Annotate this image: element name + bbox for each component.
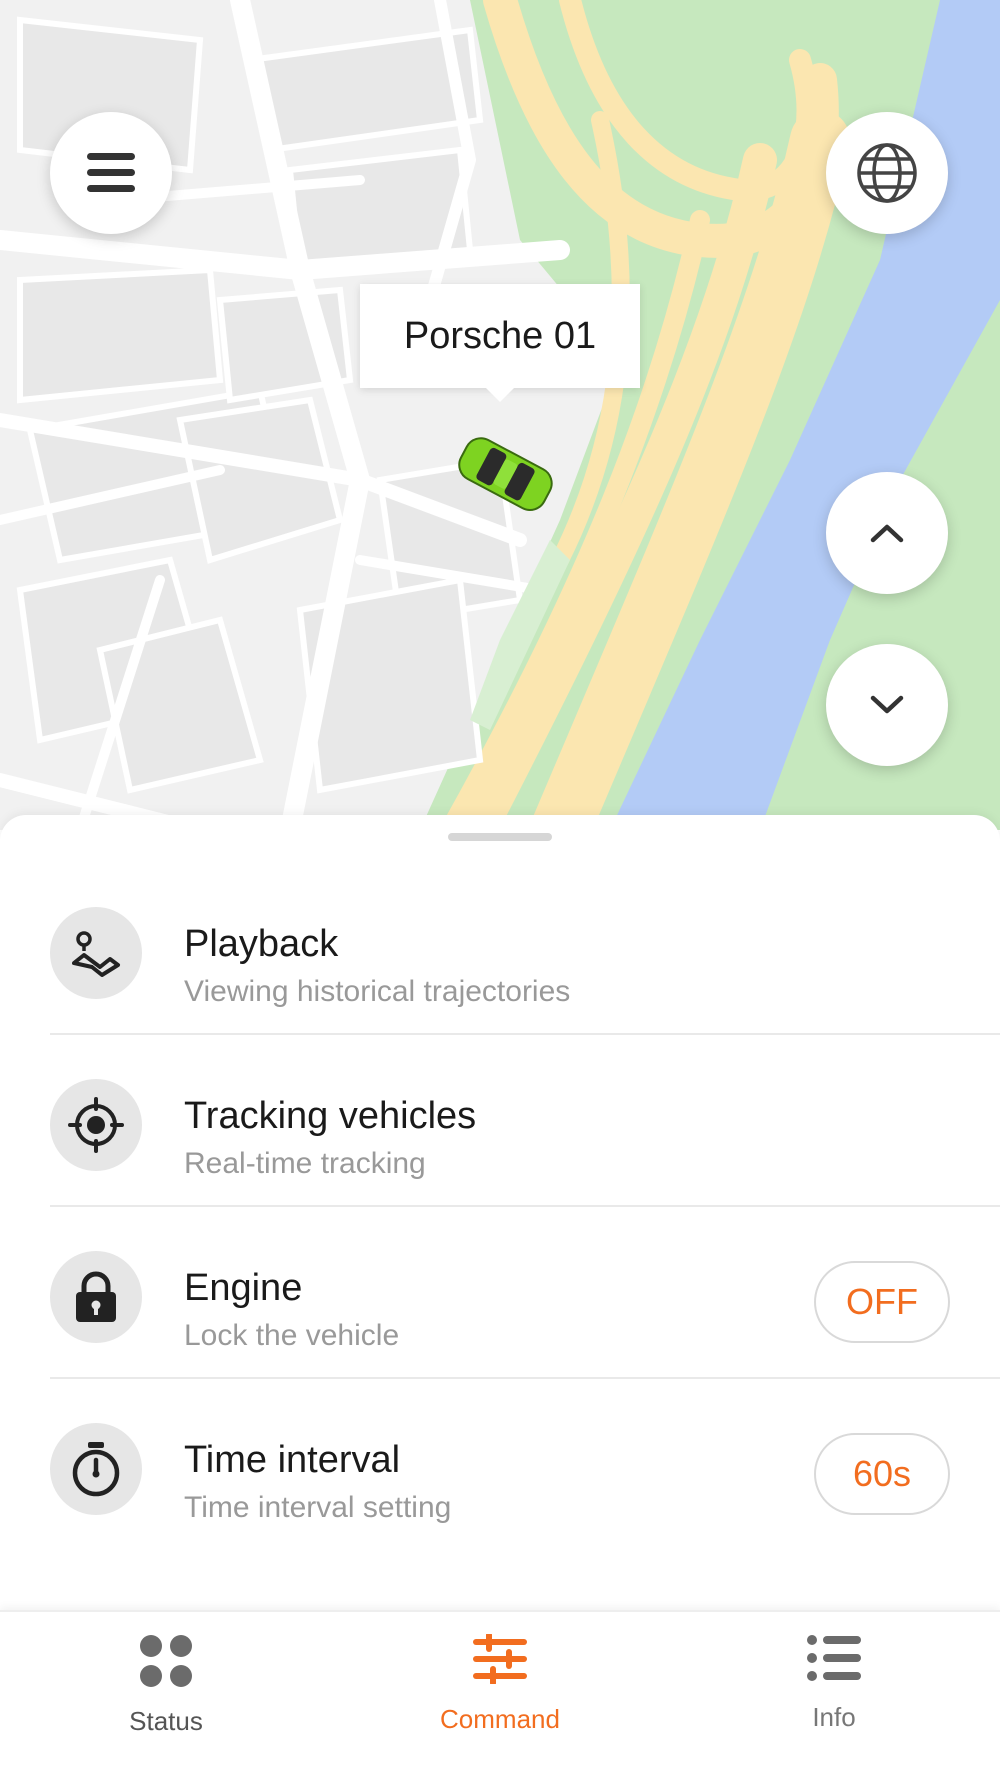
car-icon[interactable] — [450, 430, 560, 520]
sheet-drag-handle[interactable] — [448, 833, 552, 841]
engine-icon-container — [50, 1251, 142, 1343]
engine-subtitle: Lock the vehicle — [184, 1319, 400, 1352]
time-interval-icon-container — [50, 1423, 142, 1515]
zoom-out-button[interactable] — [826, 644, 948, 766]
tab-command[interactable]: Command — [400, 1612, 600, 1780]
time-interval-title: Time interval — [184, 1439, 401, 1481]
chevron-down-icon — [870, 695, 904, 714]
time-interval-row[interactable]: Time interval Time interval setting 60s — [50, 1379, 1000, 1551]
playback-title: Playback — [184, 923, 339, 965]
tracking-icon-container — [50, 1079, 142, 1171]
lock-icon — [76, 1271, 116, 1322]
map-layer-button[interactable] — [826, 112, 948, 234]
vehicle-name: Porsche 01 — [403, 314, 597, 357]
tab-command-label: Command — [440, 1704, 560, 1734]
grid-icon — [140, 1635, 192, 1687]
list-icon — [807, 1635, 861, 1681]
menu-icon — [87, 153, 135, 192]
command-sheet: Playback Viewing historical trajectories… — [0, 815, 1000, 1615]
tab-info-label: Info — [812, 1702, 856, 1732]
globe-icon — [857, 143, 917, 203]
playback-icon-container — [50, 907, 142, 999]
stopwatch-icon — [72, 1442, 120, 1497]
tracking-title: Tracking vehicles — [184, 1095, 477, 1137]
chevron-up-icon — [870, 524, 904, 543]
tab-status[interactable]: Status — [66, 1612, 266, 1780]
playback-row[interactable]: Playback Viewing historical trajectories — [50, 863, 1000, 1035]
tab-status-label: Status — [129, 1706, 203, 1736]
engine-toggle-button[interactable]: OFF — [814, 1261, 950, 1343]
playback-subtitle: Viewing historical trajectories — [184, 975, 571, 1008]
zoom-in-button[interactable] — [826, 472, 948, 594]
crosshair-icon — [68, 1097, 124, 1153]
menu-button[interactable] — [50, 112, 172, 234]
route-icon — [72, 931, 120, 977]
engine-title: Engine — [184, 1267, 303, 1309]
map-view[interactable]: Porsche 01 — [0, 0, 1000, 830]
time-interval-button[interactable]: 60s — [814, 1433, 950, 1515]
tracking-subtitle: Real-time tracking — [184, 1147, 426, 1180]
tracking-row[interactable]: Tracking vehicles Real-time tracking — [50, 1035, 1000, 1207]
tab-info[interactable]: Info — [734, 1612, 934, 1780]
engine-row[interactable]: Engine Lock the vehicle OFF — [50, 1207, 1000, 1379]
sliders-icon — [473, 1634, 527, 1684]
vehicle-callout[interactable]: Porsche 01 — [360, 284, 640, 402]
bottom-tab-bar: Status Command Info — [0, 1610, 1000, 1780]
time-interval-subtitle: Time interval setting — [184, 1491, 452, 1524]
